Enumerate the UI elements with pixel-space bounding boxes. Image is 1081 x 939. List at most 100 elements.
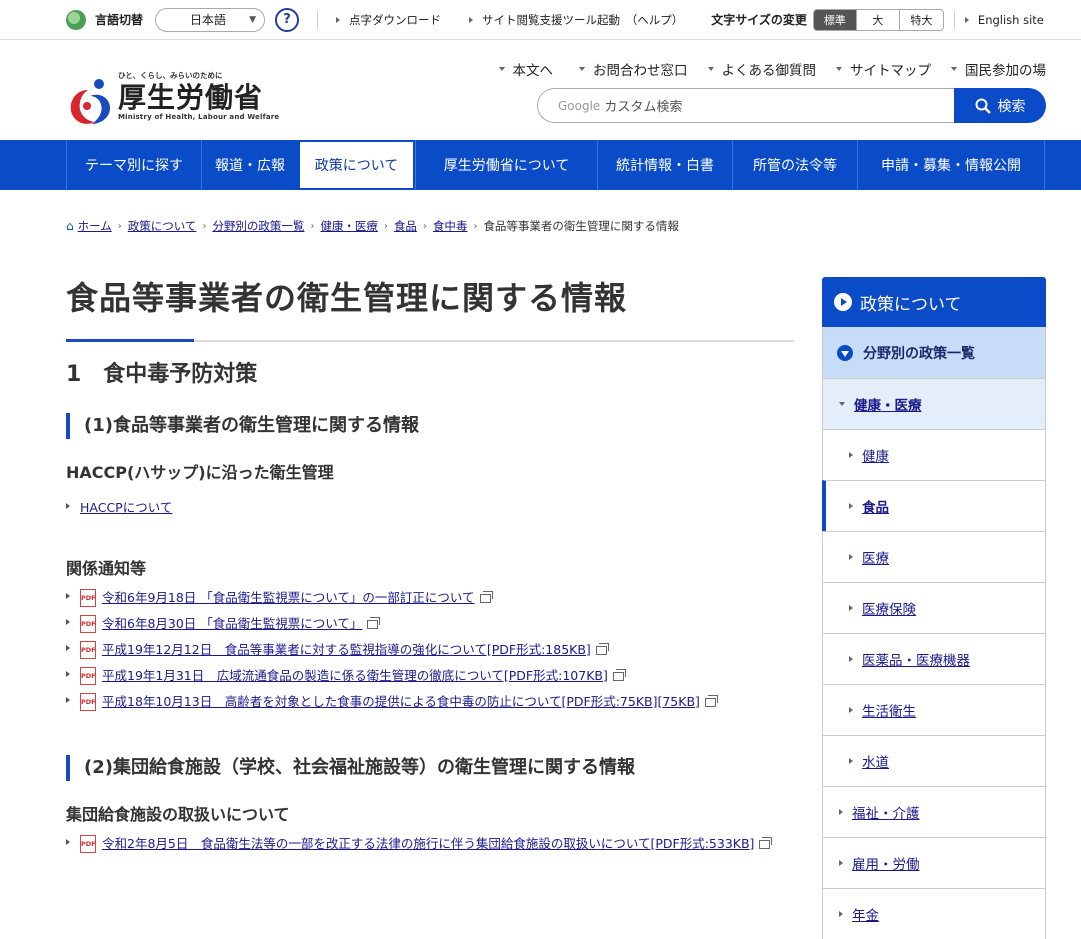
tagline: ひと、くらし、みらいのために xyxy=(118,71,223,80)
sidebar-item-policy-list[interactable]: 分野別の政策一覧 xyxy=(822,327,1046,378)
arrow-icon xyxy=(849,707,853,713)
breadcrumb: ⌂ ホーム › 政策について › 分野別の政策一覧 › 健康・医療 › 食品 › 食中毒 ›… xyxy=(66,218,679,234)
search-button[interactable]: 検索 xyxy=(954,88,1046,123)
pdf-link[interactable]: 平成18年10月13日 高齢者を対象とした食事の提供による食中毒の防止について[… xyxy=(102,693,718,711)
external-window-icon xyxy=(595,643,609,655)
divider xyxy=(317,10,319,29)
sidebar-link[interactable]: 生活衛生 xyxy=(862,700,916,720)
chevron-down-icon: ▼ xyxy=(249,14,257,25)
breadcrumb-separator: › xyxy=(383,220,388,232)
list-item: PDF 平成18年10月13日 高齢者を対象とした食事の提供による食中毒の防止につ… xyxy=(66,693,794,711)
help-button[interactable]: ? xyxy=(275,7,300,32)
gnav-about[interactable]: 厚生労働省について xyxy=(415,140,597,190)
gnav-laws[interactable]: 所管の法令等 xyxy=(732,140,857,190)
english-site-link[interactable]: English site xyxy=(965,13,1044,27)
sitemap-link[interactable]: サイトマップ xyxy=(836,59,931,79)
arrow-icon xyxy=(849,605,853,611)
list-item: PDF 平成19年12月12日 食品等事業者に対する監視指導の強化について[PDF… xyxy=(66,641,794,659)
pdf-link[interactable]: 平成19年1月31日 広域流通食品の製造に係る衛生管理の徹底について[PDF形式… xyxy=(102,667,626,685)
fontsize-group: 標準 大 特大 xyxy=(812,8,944,31)
external-window-icon xyxy=(704,695,718,707)
fontsize-large-button[interactable]: 大 xyxy=(857,9,900,30)
breadcrumb-food-poisoning[interactable]: 食中毒 xyxy=(433,218,468,234)
gnav-press[interactable]: 報道・広報 xyxy=(201,140,298,190)
site-logo[interactable]: 厚生労働省 Ministry of Health, Labour and Wel… xyxy=(66,71,280,128)
contact-link[interactable]: お問合わせ窓口 xyxy=(579,59,688,79)
arrow-icon xyxy=(839,911,843,917)
group-kitchen-list: PDF 令和2年8月5日 食品衛生法等の一部を改正する法律の施行に伴う集団給食施設… xyxy=(66,835,794,853)
breadcrumb-policy-list[interactable]: 分野別の政策一覧 xyxy=(212,218,304,234)
skip-to-content-link[interactable]: 本文へ xyxy=(499,59,554,79)
breadcrumb-policy[interactable]: 政策について xyxy=(128,218,197,234)
sidebar-link[interactable]: 健康・医療 xyxy=(854,394,922,414)
arrow-icon xyxy=(849,452,853,458)
external-window-icon xyxy=(612,669,626,681)
arrow-icon xyxy=(66,671,70,677)
sidebar-item-employment: 雇用・労働 xyxy=(822,837,1046,888)
global-nav: テーマ別に探す 報道・広報 政策について 厚生労働省について 統計情報・白書 所… xyxy=(0,140,1081,190)
notices-list: PDF 令和6年9月18日 「食品衛生監視票について」の一部訂正について PDF 令… xyxy=(66,589,794,711)
subsection-heading-2: (2)集団給食施設（学校、社会福祉施設等）の衛生管理に関する情報 xyxy=(66,755,794,781)
fontsize-standard-button[interactable]: 標準 xyxy=(813,9,857,30)
reader-tool-link[interactable]: サイト閲覧支援ツール起動 （ヘルプ） xyxy=(469,12,683,28)
sidebar-link[interactable]: 雇用・労働 xyxy=(852,853,920,873)
pdf-link[interactable]: 令和6年9月18日 「食品衛生監視票について」の一部訂正について xyxy=(102,589,493,607)
arrow-icon xyxy=(66,697,70,703)
pdf-link[interactable]: 令和2年8月5日 食品衛生法等の一部を改正する法律の施行に伴う集団給食施設の取扱… xyxy=(102,835,773,853)
breadcrumb-food[interactable]: 食品 xyxy=(394,218,417,234)
sidebar-title[interactable]: 政策について xyxy=(822,277,1046,327)
gnav-policy[interactable]: 政策について xyxy=(298,140,415,190)
faq-link[interactable]: よくある御質問 xyxy=(708,59,817,79)
sidebar-link[interactable]: 健康 xyxy=(862,445,889,465)
fontsize-xlarge-button[interactable]: 特大 xyxy=(900,10,943,30)
pdf-link[interactable]: 平成19年12月12日 食品等事業者に対する監視指導の強化について[PDF形式:… xyxy=(102,641,609,659)
sidebar-link[interactable]: 医療 xyxy=(862,547,889,567)
breadcrumb-health[interactable]: 健康・医療 xyxy=(320,218,378,234)
pdf-icon: PDF xyxy=(80,693,96,711)
braille-download-link[interactable]: 点字ダウンロード xyxy=(336,12,441,28)
arrow-icon xyxy=(849,758,853,764)
language-label: 言語切替 xyxy=(95,13,144,27)
sidebar-link[interactable]: 医薬品・医療機器 xyxy=(862,649,970,669)
sidebar-item-welfare: 福祉・介護 xyxy=(822,786,1046,837)
haccp-link[interactable]: HACCPについて xyxy=(80,499,172,517)
public-participation-link[interactable]: 国民参加の場 xyxy=(951,59,1046,79)
gnav-applications[interactable]: 申請・募集・情報公開 xyxy=(857,140,1045,190)
breadcrumb-home[interactable]: ホーム xyxy=(78,218,112,234)
sidebar-item-water: 水道 xyxy=(822,735,1046,786)
fontsize-label: 文字サイズの変更 xyxy=(711,13,807,27)
sidebar-link[interactable]: 水道 xyxy=(862,751,889,771)
list-item: HACCPについて xyxy=(66,499,794,517)
pdf-link[interactable]: 令和6年8月30日 「食品衛生監視票について」 xyxy=(102,615,381,633)
haccp-heading: HACCP(ハサップ)に沿った衛生管理 xyxy=(66,463,334,482)
sidebar-item-drugs: 医薬品・医療機器 xyxy=(822,633,1046,684)
sidebar-item-medical: 医療 xyxy=(822,531,1046,582)
header-links: 本文へ お問合わせ窓口 よくある御質問 サイトマップ 国民参加の場 xyxy=(479,59,1047,79)
divider xyxy=(953,10,955,29)
gnav-statistics[interactable]: 統計情報・白書 xyxy=(597,140,732,190)
utility-bar: 言語切替 日本語 ▼ ? 点字ダウンロード サイト閲覧支援ツール起動 （ヘルプ）… xyxy=(0,0,1081,40)
search-placeholder: カスタム検索 xyxy=(604,100,683,115)
arrow-icon xyxy=(66,593,70,599)
language-value: 日本語 xyxy=(190,13,227,27)
sidebar-link[interactable]: 食品 xyxy=(862,496,889,516)
list-item: PDF 令和2年8月5日 食品衛生法等の一部を改正する法律の施行に伴う集団給食施設… xyxy=(66,835,794,853)
arrow-icon xyxy=(66,503,70,509)
sidebar-item-pension: 年金 xyxy=(822,888,1046,939)
arrow-circle-icon xyxy=(834,293,852,311)
list-item: PDF 令和6年8月30日 「食品衛生監視票について」 xyxy=(66,615,794,633)
search-icon xyxy=(975,98,991,114)
sidebar-link[interactable]: 医療保険 xyxy=(862,598,916,618)
language-select[interactable]: 日本語 ▼ xyxy=(155,7,266,32)
sidebar-link[interactable]: 年金 xyxy=(852,904,879,924)
sidebar-item-label: 分野別の政策一覧 xyxy=(863,345,975,362)
page-title: 食品等事業者の衛生管理に関する情報 xyxy=(66,262,794,342)
notices-heading: 関係通知等 xyxy=(66,559,147,578)
site-name-en: Ministry of Health, Labour and Welfare xyxy=(118,113,280,121)
sidebar-link[interactable]: 福祉・介護 xyxy=(852,802,920,822)
arrow-icon xyxy=(66,645,70,651)
search-input[interactable]: Google カスタム検索 xyxy=(537,88,954,123)
gnav-theme[interactable]: テーマ別に探す xyxy=(66,140,201,190)
chevron-down-icon xyxy=(839,402,845,406)
chevron-down-circle-icon xyxy=(837,344,853,361)
